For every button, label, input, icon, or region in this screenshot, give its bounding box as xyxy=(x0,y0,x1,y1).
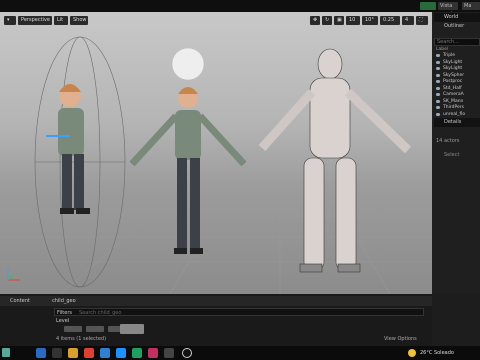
asset-thumbnail[interactable] xyxy=(64,326,82,332)
content-search-input[interactable]: Search child_geo Filters xyxy=(54,308,424,316)
perspective-button[interactable]: Perspective xyxy=(18,16,52,25)
weather-text: 26°C Soleado xyxy=(420,350,454,356)
viewport-scene xyxy=(0,36,432,294)
outliner-row-label: SkyLight xyxy=(443,59,463,65)
rotate-icon[interactable]: ↻ xyxy=(322,16,332,25)
weather-icon xyxy=(408,349,416,357)
lit-button[interactable]: Lit xyxy=(54,16,68,25)
mail-icon[interactable] xyxy=(116,348,126,358)
app-status-icon[interactable] xyxy=(420,2,436,10)
eye-icon[interactable] xyxy=(436,99,440,103)
eye-icon[interactable] xyxy=(436,67,440,70)
media-icon[interactable] xyxy=(148,348,158,358)
rotation-snap-value[interactable]: 10° xyxy=(362,16,378,25)
unreal-engine-icon[interactable] xyxy=(182,348,192,358)
axis-gizmo xyxy=(7,268,20,281)
content-status: 4 items (1 selected) xyxy=(56,336,107,342)
camera-speed-value[interactable]: 4 xyxy=(402,16,414,25)
asset-thumbnail-selected[interactable] xyxy=(120,324,144,334)
eye-icon[interactable] xyxy=(436,73,440,77)
mannequin-character[interactable] xyxy=(258,48,412,273)
eye-icon[interactable] xyxy=(436,86,440,90)
title-bar: Vista previa Ma xyxy=(0,0,480,17)
eye-icon[interactable] xyxy=(436,80,440,83)
child-character-center[interactable] xyxy=(129,87,247,254)
eye-icon[interactable] xyxy=(436,60,440,64)
maximize-icon[interactable]: ⛶ xyxy=(416,16,428,25)
outliner-row-label: unreal_flo xyxy=(443,111,466,117)
search-icon[interactable] xyxy=(52,348,62,358)
eye-icon[interactable] xyxy=(436,112,440,116)
eye-icon[interactable] xyxy=(436,106,440,109)
details-hint: Select xyxy=(444,152,460,158)
details-panel-bottom xyxy=(432,294,480,346)
outliner-row-label: SkyLight xyxy=(443,66,463,71)
actor-count: 14 actors xyxy=(436,138,460,144)
viewport-toolbar: ▾ Perspective Lit Show ✥ ↻ ▣ 10 10° 0.25… xyxy=(0,14,432,26)
show-button[interactable]: Show xyxy=(70,16,88,25)
widgets-icon[interactable] xyxy=(2,348,10,357)
world-outliner-title[interactable]: World Outliner xyxy=(434,13,480,29)
filters-button[interactable]: Filters xyxy=(57,310,72,316)
outliner-row-label: CameraA xyxy=(443,92,464,97)
level-viewport[interactable]: ▾ Perspective Lit Show ✥ ↻ ▣ 10 10° 0.25… xyxy=(0,12,432,294)
file-explorer-icon[interactable] xyxy=(68,348,78,358)
outliner-row-label: SK_Mann xyxy=(443,98,464,104)
world-outliner-panel: World Outliner Search... Label Triple Sky… xyxy=(432,12,480,294)
outliner-row-label: ThirdPers xyxy=(443,105,464,110)
grid-snap-value[interactable]: 10 xyxy=(346,16,360,25)
spreadsheet-icon[interactable] xyxy=(132,348,142,358)
app-icon[interactable] xyxy=(84,348,94,358)
scale-snap-value[interactable]: 0.25 xyxy=(380,16,400,25)
outliner-search-input[interactable]: Search... xyxy=(434,38,480,46)
view-options-button[interactable]: View Options xyxy=(384,336,417,342)
start-icon[interactable] xyxy=(36,348,46,358)
breadcrumb-child-geo[interactable]: child_geo xyxy=(52,298,76,304)
outliner-row-label: Triple xyxy=(443,53,456,58)
outliner-row-label: Postproc xyxy=(443,79,463,84)
details-title[interactable]: Details xyxy=(434,118,480,127)
outliner-row-label: Std_Half xyxy=(443,85,462,91)
unreal-editor-window: Vista previa Ma xyxy=(0,0,480,360)
tab-preview[interactable]: Vista previa xyxy=(438,2,458,17)
eye-icon[interactable] xyxy=(436,54,440,57)
translate-icon[interactable]: ✥ xyxy=(310,16,320,25)
eye-icon[interactable] xyxy=(436,93,440,96)
content-section-label: Level xyxy=(56,318,70,324)
asset-thumbnail[interactable] xyxy=(86,326,104,332)
scale-icon[interactable]: ▣ xyxy=(334,16,344,25)
browser-icon[interactable] xyxy=(100,348,110,358)
content-browser: Content child_geo Search child_geo Filte… xyxy=(0,294,432,346)
windows-taskbar: 26°C Soleado xyxy=(0,346,480,360)
content-browser-tabbar: Content child_geo xyxy=(0,296,432,306)
sphere-mesh[interactable] xyxy=(171,47,205,81)
terminal-icon[interactable] xyxy=(164,348,174,358)
content-tab[interactable]: Content xyxy=(10,298,30,304)
outliner-row-label: SkySpher xyxy=(443,72,465,78)
child-character-left[interactable] xyxy=(46,84,90,214)
viewport-options-icon[interactable]: ▾ xyxy=(4,16,16,25)
tab-main[interactable]: Ma xyxy=(462,2,480,10)
